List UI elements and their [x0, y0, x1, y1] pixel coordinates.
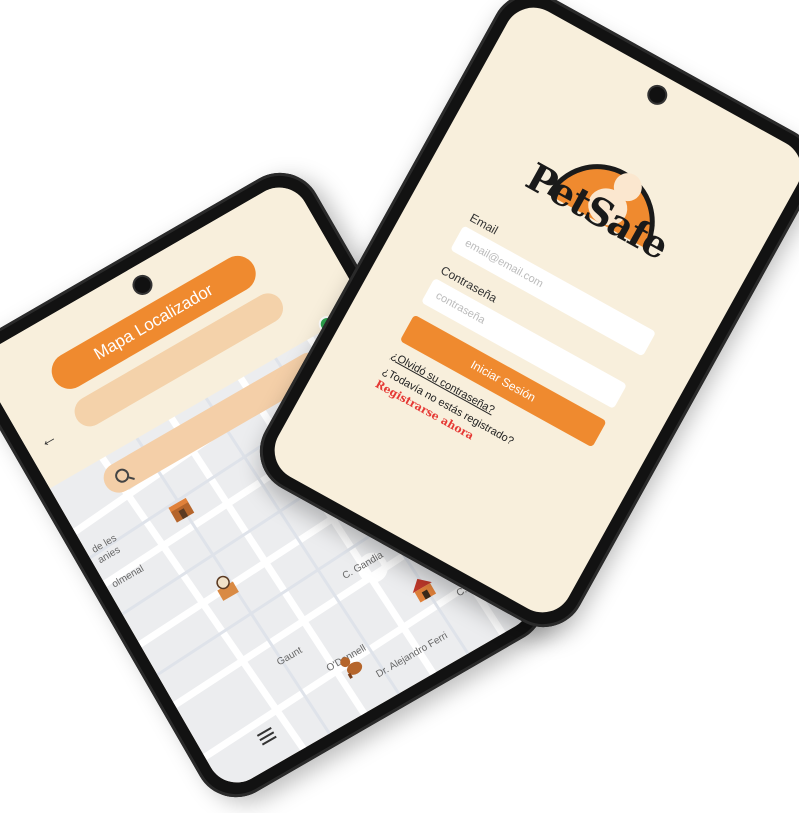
front-camera [643, 81, 671, 109]
back-arrow-icon[interactable]: ← [35, 426, 61, 453]
search-icon [112, 466, 132, 486]
